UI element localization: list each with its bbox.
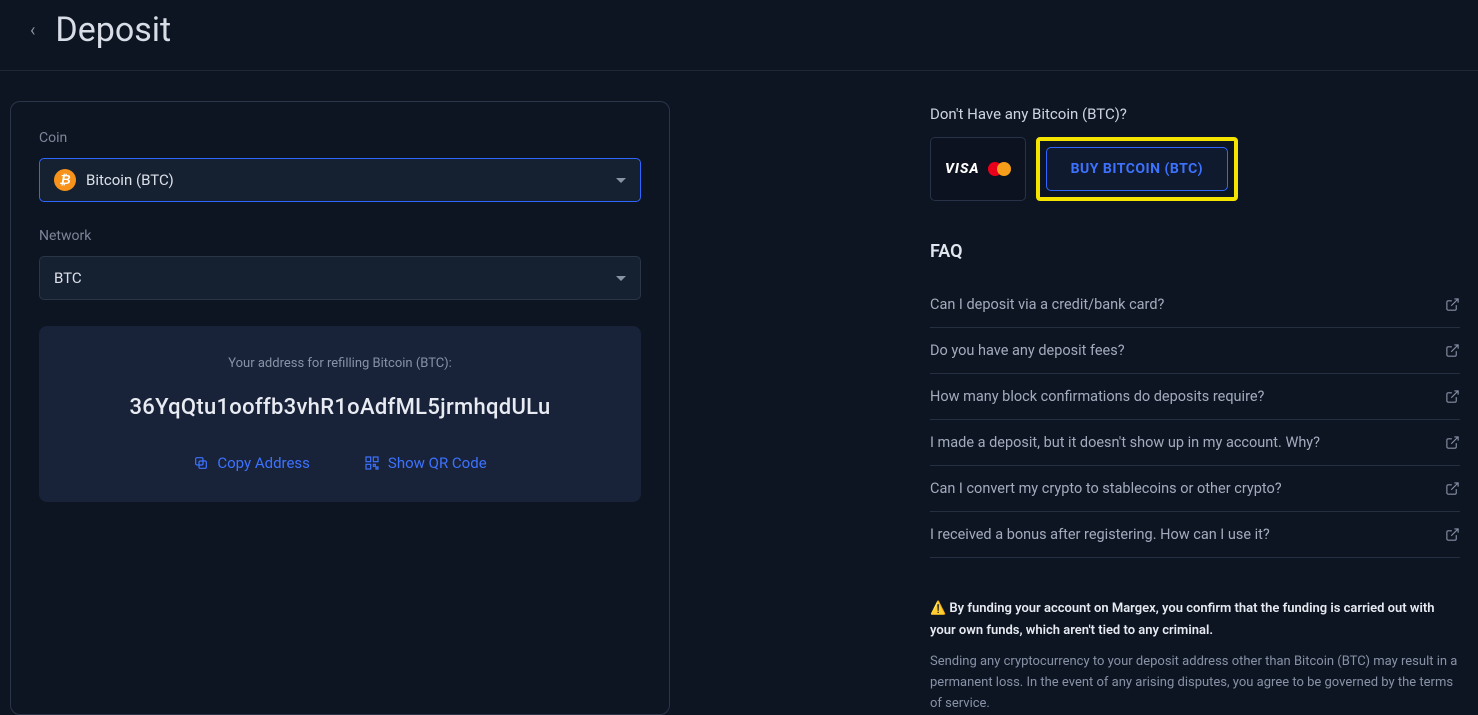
faq-item[interactable]: I made a deposit, but it doesn't show up… [930, 420, 1460, 466]
copy-icon [193, 455, 209, 471]
faq-question: Can I convert my crypto to stablecoins o… [930, 480, 1282, 497]
faq-item[interactable]: How many block confirmations do deposits… [930, 374, 1460, 420]
coin-select[interactable]: ₿ Bitcoin (BTC) [39, 158, 641, 202]
faq-list: Can I deposit via a credit/bank card? Do… [930, 282, 1460, 558]
faq-item[interactable]: Do you have any deposit fees? [930, 328, 1460, 374]
faq-title: FAQ [930, 241, 1460, 262]
external-link-icon [1445, 343, 1460, 358]
chevron-down-icon [616, 276, 626, 281]
buy-button-highlight: BUY BITCOIN (BTC) [1036, 137, 1238, 201]
copy-address-label: Copy Address [217, 454, 310, 472]
back-button[interactable]: ‹ [30, 20, 35, 41]
network-select[interactable]: BTC [39, 256, 641, 300]
deposit-form-panel: Coin ₿ Bitcoin (BTC) Network BTC Your ad… [10, 101, 670, 715]
faq-question: Can I deposit via a credit/bank card? [930, 296, 1164, 313]
faq-item[interactable]: Can I convert my crypto to stablecoins o… [930, 466, 1460, 512]
faq-question: Do you have any deposit fees? [930, 342, 1125, 359]
external-link-icon [1445, 481, 1460, 496]
show-qr-button[interactable]: Show QR Code [364, 454, 487, 472]
faq-question: How many block confirmations do deposits… [930, 388, 1264, 405]
external-link-icon [1445, 435, 1460, 450]
faq-item[interactable]: Can I deposit via a credit/bank card? [930, 282, 1460, 328]
bitcoin-icon: ₿ [54, 169, 76, 191]
mastercard-logo [988, 162, 1011, 176]
address-actions: Copy Address Show QR Code [59, 454, 621, 472]
buy-heading: Don't Have any Bitcoin (BTC)? [930, 105, 1460, 123]
faq-question: I received a bonus after registering. Ho… [930, 526, 1270, 543]
payment-methods-badge: VISA [930, 137, 1026, 201]
info-panel: Don't Have any Bitcoin (BTC)? VISA BUY B… [930, 101, 1460, 715]
external-link-icon [1445, 297, 1460, 312]
address-hint: Your address for refilling Bitcoin (BTC)… [59, 356, 621, 371]
visa-logo: VISA [945, 161, 980, 177]
disclaimer: By funding your account on Margex, you c… [930, 598, 1460, 715]
faq-question: I made a deposit, but it doesn't show up… [930, 434, 1320, 451]
copy-address-button[interactable]: Copy Address [193, 454, 310, 472]
coin-label: Coin [39, 130, 641, 146]
disclaimer-bold: By funding your account on Margex, you c… [930, 598, 1460, 642]
faq-item[interactable]: I received a bonus after registering. Ho… [930, 512, 1460, 558]
address-card: Your address for refilling Bitcoin (BTC)… [39, 326, 641, 502]
network-label: Network [39, 228, 641, 244]
page-title: Deposit [55, 10, 171, 50]
coin-select-value: Bitcoin (BTC) [86, 171, 174, 189]
buy-row: VISA BUY BITCOIN (BTC) [930, 137, 1460, 201]
chevron-down-icon [616, 178, 626, 183]
deposit-address: 36YqQtu1ooffb3vhR1oAdfML5jrmhqdULu [59, 395, 621, 420]
page-header: ‹ Deposit [0, 0, 1478, 71]
buy-bitcoin-label: BUY BITCOIN (BTC) [1071, 161, 1203, 177]
disclaimer-sub: Sending any cryptocurrency to your depos… [930, 652, 1460, 714]
show-qr-label: Show QR Code [388, 454, 487, 472]
qr-icon [364, 455, 380, 471]
external-link-icon [1445, 389, 1460, 404]
external-link-icon [1445, 527, 1460, 542]
network-select-value: BTC [54, 269, 82, 287]
content-area: Coin ₿ Bitcoin (BTC) Network BTC Your ad… [0, 71, 1478, 715]
buy-bitcoin-button[interactable]: BUY BITCOIN (BTC) [1046, 147, 1228, 191]
